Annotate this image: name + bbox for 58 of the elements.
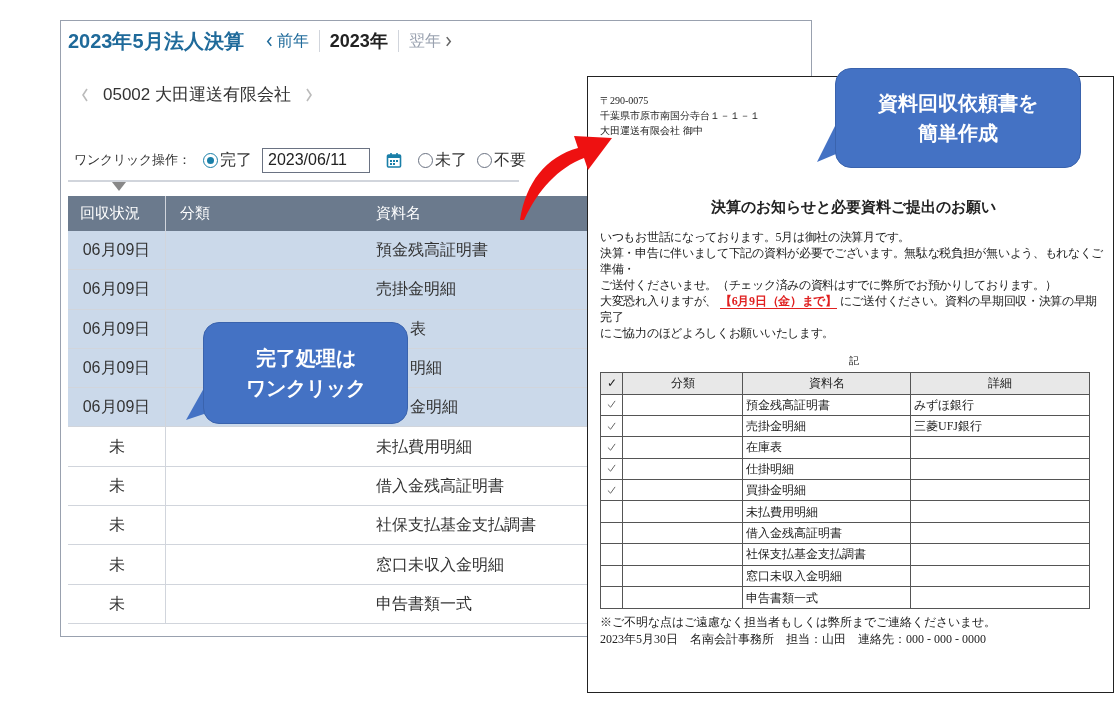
callout-text: ワンクリック [245, 376, 366, 401]
column-header: ✓ [601, 372, 623, 394]
document-name-cell-text: 売掛金明細 [746, 418, 806, 436]
status-cell-text: 06月09日 [82, 318, 151, 339]
column-header: 詳細 [987, 375, 1013, 392]
detail-cell-text: みずほ銀行 [914, 396, 974, 414]
document-name-cell-text: 預金残高証明書 [376, 240, 488, 261]
footer-line: ※ご不明な点はご遠慮なく担当者もしくは弊所までご連絡くださいませ。 [600, 614, 996, 632]
document-name-cell-text: 未払費用明細 [746, 503, 818, 521]
column-header: 資料名 [743, 372, 911, 394]
status-cell-text: 06月09日 [82, 279, 151, 300]
document-name-cell-text: 窓口未収入金明細 [746, 567, 842, 585]
status-cell-text: 未 [108, 593, 125, 614]
document-name-cell-text: 仕掛明細 [746, 460, 794, 478]
document-title: 決算のお知らせと必要資料ご提出のお願い [711, 198, 996, 217]
body-text-line: ご送付くださいませ。（チェック済みの資料はすでに弊所でお預かりしております。） [600, 276, 1057, 293]
document-name-cell-text: 社保支払基金支払調書 [746, 546, 866, 564]
document-name-cell-text: 未払費用明細 [376, 436, 472, 457]
status-cell-text: 未 [108, 436, 125, 457]
current-year: 2023年 [328, 29, 389, 53]
document-name-cell-text: 借入金残高証明書 [746, 525, 842, 543]
body-text-line: にご協力のほどよろしくお願いいたします。 [600, 324, 834, 341]
address-line: 〒290-0075 [600, 94, 649, 108]
document-name-cell-text: 窓口未収入金明細 [376, 554, 504, 575]
client-name: 05002 大田運送有限会社 [103, 84, 291, 107]
document-name-cell-text: 在庫表 [746, 439, 782, 457]
document-name-cell-text: 借入金残高証明書 [376, 475, 504, 496]
body-text-line: いつもお世話になっております。5月は御社の決算月です。 [600, 228, 910, 245]
document-name-cell-text: 表 [410, 318, 426, 339]
callout-text: 資料回収依頼書を [878, 91, 1038, 116]
document-name-cell-text: 明細 [410, 358, 442, 379]
note-heading: 記 [848, 353, 859, 368]
status-cell-text: 未 [108, 554, 125, 575]
page-title: 2023年5月法人決算 [68, 29, 244, 54]
document-name-cell-text: 申告書類一式 [376, 593, 472, 614]
status-cell-text: 未 [108, 515, 125, 536]
status-cell-text: 06月09日 [82, 240, 151, 261]
document-name-cell-text: 申告書類一式 [746, 589, 818, 607]
body-text-line: 決算・申告に伴いまして下記の資料が必要でございます。無駄な税負担が無いよう、もれなくご準備・ [600, 244, 1105, 277]
footer-line: 2023年5月30日 名南会計事務所 担当：山田 連絡先：000 - 000 - 0000 [600, 631, 986, 649]
document-name-cell-text: 売掛金明細 [376, 279, 456, 300]
document-name-cell-text: 預金残高証明書 [746, 396, 830, 414]
callout-text: 完了処理は [255, 346, 356, 371]
column-header: 資料名 [375, 203, 422, 224]
document-name-cell-text: 金明細 [410, 397, 458, 418]
one-click-label: ワンクリック操作： [74, 151, 191, 170]
status-cell-text: 06月09日 [82, 397, 151, 418]
column-header: 分類 [623, 372, 743, 394]
address-line: 大田運送有限会社 御中 [600, 124, 703, 138]
detail-cell-text: 三菱UFJ銀行 [914, 418, 982, 436]
document-name-cell-text: 買掛金明細 [746, 482, 806, 500]
document-name-cell-text: 社保支払基金支払調書 [376, 515, 536, 536]
address-line: 千葉県市原市南国分寺台１－１－１ [600, 109, 760, 123]
status-cell-text: 06月09日 [82, 358, 151, 379]
status-cell-text: 未 [108, 475, 125, 496]
column-header: 分類 [179, 203, 211, 224]
callout-text: 簡単作成 [918, 121, 998, 146]
body-text-line: 大変恐れ入りますが、 【6月9日（金）まで】 にご送付ください。資料の早期回収・決算の早期完了 [600, 292, 1099, 325]
